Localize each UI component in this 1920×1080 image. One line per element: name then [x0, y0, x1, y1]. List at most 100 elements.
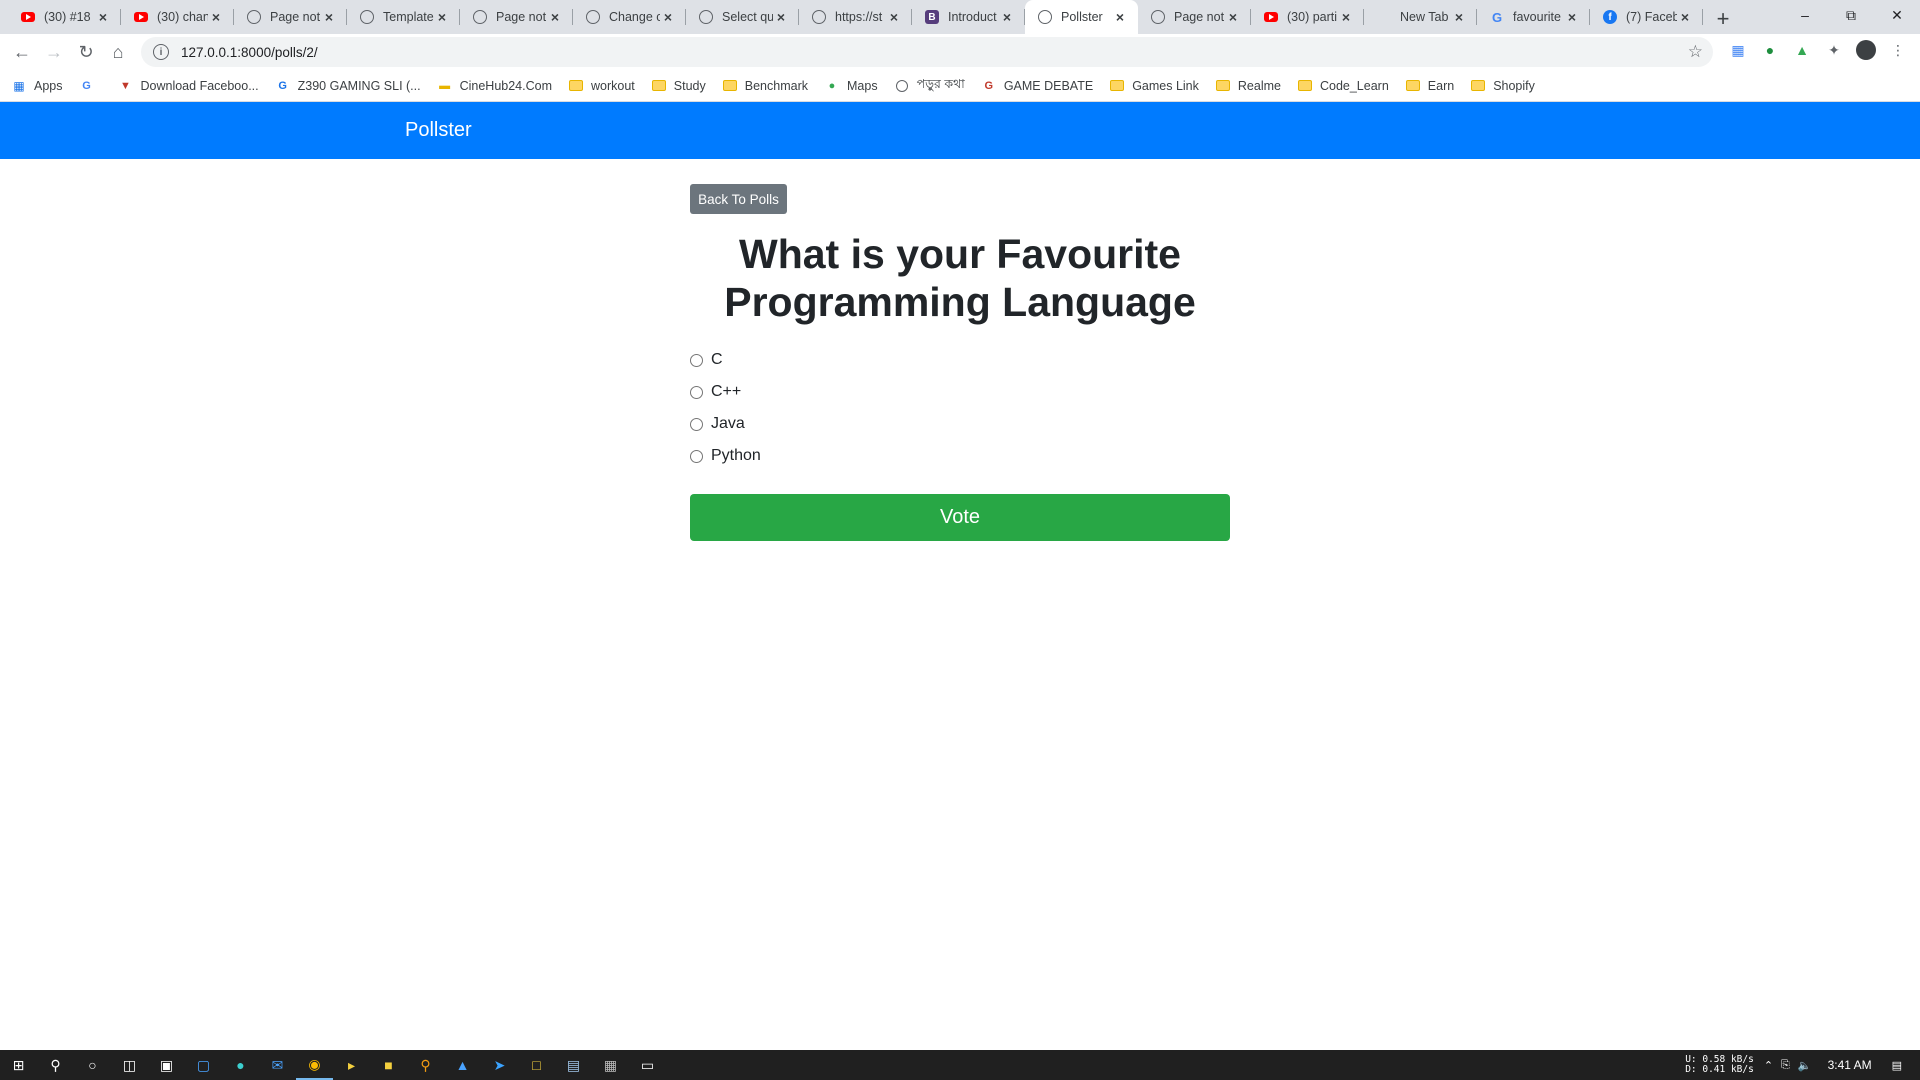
- browser-tab[interactable]: Template ×: [347, 0, 460, 34]
- bookmark-item[interactable]: Games Link: [1110, 79, 1199, 93]
- bookmark-item[interactable]: workout: [569, 79, 635, 93]
- edge-icon[interactable]: ●: [222, 1050, 259, 1080]
- store-icon[interactable]: ▣: [148, 1050, 185, 1080]
- bookmark-item[interactable]: G Z390 GAMING SLI (...: [276, 79, 420, 93]
- sticky-app-icon[interactable]: ■: [370, 1050, 407, 1080]
- choice-radio[interactable]: [690, 385, 703, 399]
- bookmark-item[interactable]: পড়ুর কথা: [895, 76, 965, 96]
- close-tab-icon[interactable]: ×: [660, 9, 676, 25]
- app-icon[interactable]: ▢: [185, 1050, 222, 1080]
- close-tab-icon[interactable]: ×: [1112, 9, 1128, 25]
- close-tab-icon[interactable]: ×: [1451, 9, 1467, 25]
- home-icon[interactable]: ⌂: [102, 36, 134, 68]
- reload-icon[interactable]: ↻: [70, 36, 102, 68]
- browser-tab[interactable]: Page not ×: [1138, 0, 1251, 34]
- choice-radio[interactable]: [690, 417, 703, 431]
- bookmark-item[interactable]: Code_Learn: [1297, 79, 1389, 93]
- extensions-area: ▦ ● ▲ ✦ ⋮: [1726, 38, 1910, 62]
- notification-icon[interactable]: ▤: [1892, 1059, 1902, 1072]
- browser-tab[interactable]: f (7) Faceb ×: [1590, 0, 1703, 34]
- close-tab-icon[interactable]: ×: [95, 9, 111, 25]
- network-icon[interactable]: ⎘: [1781, 1059, 1790, 1072]
- browser-tab[interactable]: New Tab ×: [1364, 0, 1477, 34]
- bookmark-item[interactable]: G: [80, 79, 102, 93]
- site-info-icon[interactable]: i: [153, 44, 169, 60]
- bookmark-item[interactable]: G GAME DEBATE: [982, 79, 1094, 93]
- profile-avatar[interactable]: [1854, 38, 1878, 62]
- browser-tab[interactable]: (30) chan ×: [121, 0, 234, 34]
- close-tab-icon[interactable]: ×: [1338, 9, 1354, 25]
- browser-tab[interactable]: B Introduct ×: [912, 0, 1025, 34]
- vscode-icon[interactable]: ➤: [481, 1050, 518, 1080]
- back-arrow-icon[interactable]: ←: [6, 36, 38, 68]
- translate-extension-icon[interactable]: ▦: [1726, 38, 1750, 62]
- cortana-icon[interactable]: ○: [74, 1050, 111, 1080]
- close-tab-icon[interactable]: ×: [208, 9, 224, 25]
- address-bar[interactable]: i 127.0.0.1:8000/polls/2/ ☆: [141, 37, 1713, 67]
- bookmark-item[interactable]: Realme: [1215, 79, 1281, 93]
- close-tab-icon[interactable]: ×: [773, 9, 789, 25]
- clock[interactable]: 3:41 AM: [1828, 1058, 1872, 1072]
- tab-title: Template: [383, 10, 434, 24]
- close-tab-icon[interactable]: ×: [1564, 9, 1580, 25]
- bookmark-item[interactable]: Shopify: [1471, 79, 1535, 93]
- browser-tab[interactable]: Page not ×: [234, 0, 347, 34]
- close-tab-icon[interactable]: ×: [1677, 9, 1693, 25]
- bookmark-item[interactable]: Benchmark: [722, 79, 808, 93]
- bookmark-item[interactable]: ▬ CineHub24.Com: [438, 79, 552, 93]
- browser-tab[interactable]: (30) #18 ×: [8, 0, 121, 34]
- browser-tab[interactable]: Page not ×: [460, 0, 573, 34]
- calculator-icon[interactable]: ▦: [592, 1050, 629, 1080]
- back-to-polls-button[interactable]: Back To Polls: [690, 184, 787, 214]
- cmd-icon[interactable]: ▭: [629, 1050, 666, 1080]
- new-tab-plus-icon[interactable]: +: [1709, 5, 1737, 33]
- choice-radio[interactable]: [690, 353, 703, 367]
- choice-option[interactable]: Java: [690, 408, 761, 440]
- bookmark-item[interactable]: ▦ Apps: [12, 79, 62, 93]
- close-tab-icon[interactable]: ×: [321, 9, 337, 25]
- close-tab-icon[interactable]: ×: [434, 9, 450, 25]
- bookmark-item[interactable]: Earn: [1405, 79, 1454, 93]
- choice-option[interactable]: C++: [690, 376, 761, 408]
- earth-extension-icon[interactable]: ●: [1758, 38, 1782, 62]
- shield-extension-icon[interactable]: ▲: [1790, 38, 1814, 62]
- bookmark-item[interactable]: ▼ Download Faceboo...: [119, 79, 259, 93]
- bookmark-item[interactable]: Study: [651, 79, 706, 93]
- bookmark-item[interactable]: ● Maps: [825, 79, 878, 93]
- forward-arrow-icon[interactable]: →: [38, 36, 70, 68]
- photos-icon[interactable]: ▲: [444, 1050, 481, 1080]
- browser-tab[interactable]: Select qu ×: [686, 0, 799, 34]
- windows-start-icon[interactable]: ⊞: [0, 1050, 37, 1080]
- close-window-icon[interactable]: ✕: [1874, 0, 1920, 30]
- notepad-icon[interactable]: ▤: [555, 1050, 592, 1080]
- tab-active[interactable]: Pollster ×: [1025, 0, 1138, 34]
- volume-icon[interactable]: 🔈: [1798, 1059, 1812, 1072]
- choice-option[interactable]: Python: [690, 440, 761, 472]
- browser-tab[interactable]: Change c ×: [573, 0, 686, 34]
- close-tab-icon[interactable]: ×: [999, 9, 1015, 25]
- terminal-icon[interactable]: ▸: [333, 1050, 370, 1080]
- close-tab-icon[interactable]: ×: [547, 9, 563, 25]
- vote-button[interactable]: Vote: [690, 494, 1230, 541]
- navbar-brand[interactable]: Pollster: [405, 119, 472, 142]
- minimize-icon[interactable]: –: [1782, 0, 1828, 30]
- task-view-icon[interactable]: ◫: [111, 1050, 148, 1080]
- close-tab-icon[interactable]: ×: [886, 9, 902, 25]
- bookmark-star-icon[interactable]: ☆: [1688, 42, 1703, 62]
- restore-icon[interactable]: ⧉: [1828, 0, 1874, 30]
- close-tab-icon[interactable]: ×: [1225, 9, 1241, 25]
- browser-tab[interactable]: (30) parti ×: [1251, 0, 1364, 34]
- chevron-up-icon[interactable]: ⌃: [1764, 1059, 1773, 1072]
- choice-radio[interactable]: [690, 449, 703, 463]
- puzzle-extensions-icon[interactable]: ✦: [1822, 38, 1846, 62]
- menu-dots-icon[interactable]: ⋮: [1886, 38, 1910, 62]
- file-explorer-icon[interactable]: □: [518, 1050, 555, 1080]
- browser-tab[interactable]: Gfavourite ×: [1477, 0, 1590, 34]
- browser-tab[interactable]: https://st ×: [799, 0, 912, 34]
- chrome-icon[interactable]: ◉: [296, 1050, 333, 1080]
- search-icon[interactable]: ⚲: [37, 1050, 74, 1080]
- choice-option[interactable]: C: [690, 344, 761, 376]
- search-tool-icon[interactable]: ⚲: [407, 1050, 444, 1080]
- mail-icon[interactable]: ✉: [259, 1050, 296, 1080]
- address-url[interactable]: 127.0.0.1:8000/polls/2/: [181, 45, 318, 60]
